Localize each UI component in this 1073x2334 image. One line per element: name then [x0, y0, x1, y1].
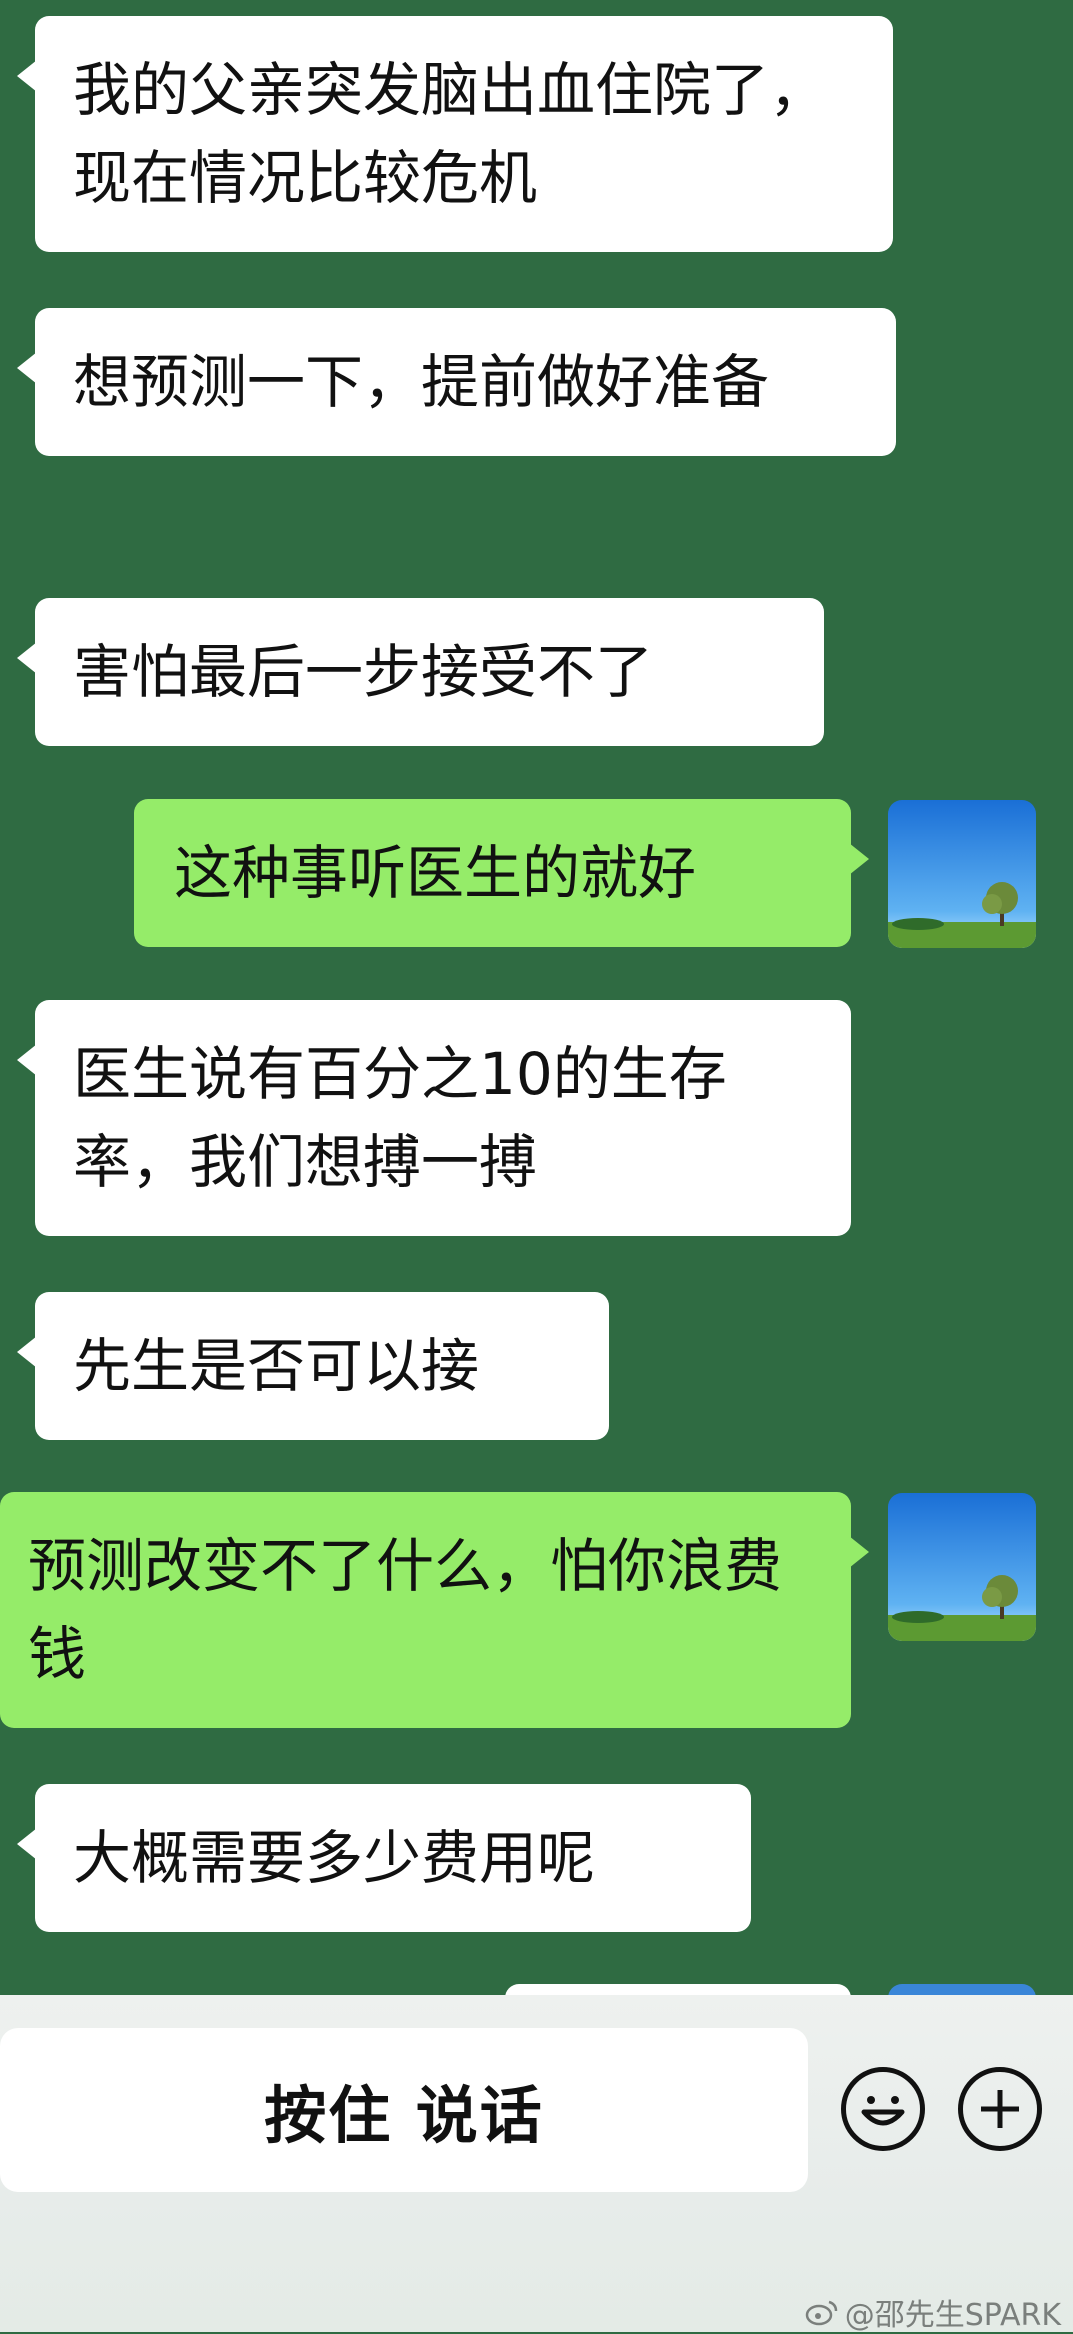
message-bubble[interactable]: 害怕最后一步接受不了	[17, 598, 824, 746]
message-text: 我的父亲突发脑出血住院了，现在情况比较危机	[73, 56, 828, 212]
weibo-logo-icon	[805, 2300, 837, 2326]
watermark: @邵先生SPARK	[805, 2290, 1061, 2334]
plus-button[interactable]	[958, 2067, 1042, 2151]
message-bubble[interactable]: 大概需要多少费用呢	[17, 1784, 751, 1932]
message-bubble[interactable]: 预测改变不了什么，怕你浪费钱	[0, 1492, 869, 1728]
plus-icon	[981, 2090, 1019, 2128]
emoji-button[interactable]	[841, 2067, 925, 2151]
avatar[interactable]	[888, 800, 1036, 948]
message-bubble[interactable]: 我的父亲突发脑出血住院了，现在情况比较危机	[17, 16, 893, 252]
chat-area: 我的父亲突发脑出血住院了，现在情况比较危机 想预测一下，提前做好准备 害怕最后一…	[0, 0, 1073, 2014]
message-text: 这种事听医生的就好	[174, 839, 697, 907]
message-bubble[interactable]: 这种事听医生的就好	[134, 799, 869, 947]
message-text: 害怕最后一步接受不了	[73, 638, 654, 706]
message-bubble[interactable]: 医生说有百分之10的生存率，我们想搏一搏	[17, 1000, 851, 1236]
message-text: 医生说有百分之10的生存率，我们想搏一搏	[73, 1040, 727, 1196]
message-text: 大概需要多少费用呢	[73, 1824, 596, 1892]
hold-to-talk-button[interactable]: 按住 说话	[0, 2028, 808, 2192]
message-bubble[interactable]: 想预测一下，提前做好准备	[17, 308, 896, 456]
message-text: 先生是否可以接	[73, 1332, 480, 1400]
message-text: 预测改变不了什么，怕你浪费钱	[28, 1532, 783, 1688]
emoji-icon	[861, 2096, 905, 2126]
watermark-text: @邵先生SPARK	[844, 2298, 1061, 2333]
avatar[interactable]	[888, 1493, 1036, 1641]
landscape-avatar-icon	[888, 1493, 1036, 1641]
hold-to-talk-label: 按住 说话	[264, 2079, 544, 2152]
message-text: 想预测一下，提前做好准备	[73, 348, 770, 416]
message-bubble[interactable]: 先生是否可以接	[17, 1292, 609, 1440]
landscape-avatar-icon	[888, 800, 1036, 948]
input-bar: 按住 说话	[0, 1995, 1073, 2332]
